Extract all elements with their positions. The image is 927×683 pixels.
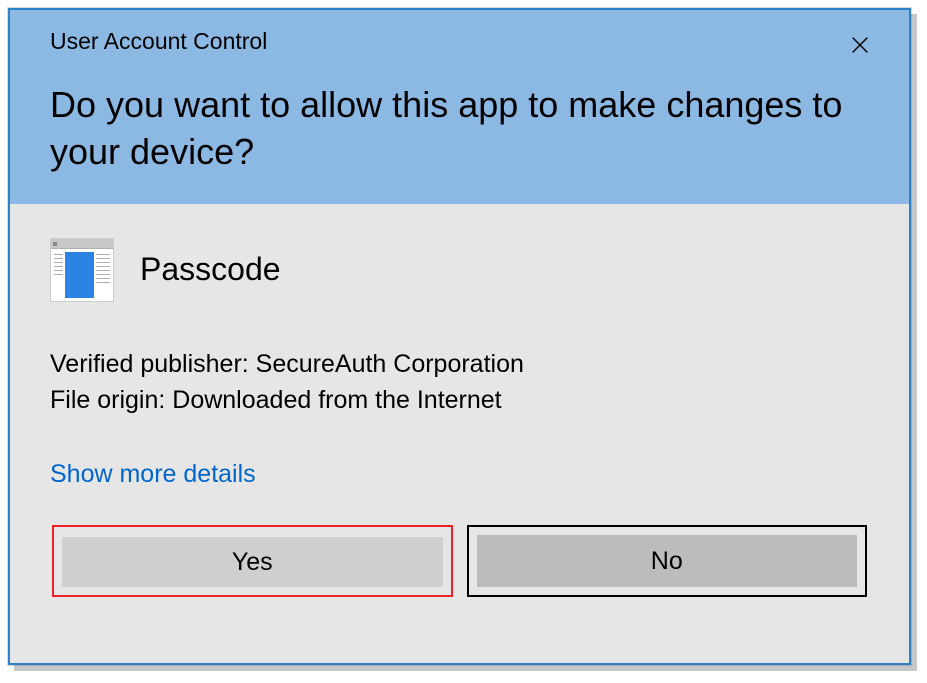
app-name: Passcode (140, 251, 281, 288)
publisher-line: Verified publisher: SecureAuth Corporati… (50, 346, 869, 382)
yes-button-highlight: Yes (52, 525, 453, 597)
dialog-frame: User Account Control Do you want to allo… (8, 8, 911, 665)
window-title: User Account Control (50, 28, 267, 55)
dialog-question: Do you want to allow this app to make ch… (50, 82, 869, 176)
uac-dialog: User Account Control Do you want to allo… (8, 8, 911, 665)
yes-button[interactable]: Yes (62, 535, 443, 587)
close-icon (849, 34, 871, 56)
no-button[interactable]: No (477, 535, 858, 587)
origin-line: File origin: Downloaded from the Interne… (50, 382, 869, 418)
details-block: Verified publisher: SecureAuth Corporati… (50, 346, 869, 419)
close-button[interactable] (845, 30, 875, 60)
app-row: Passcode (50, 238, 869, 302)
title-row: User Account Control (50, 28, 869, 60)
dialog-header: User Account Control Do you want to allo… (10, 10, 909, 204)
app-icon (50, 238, 114, 302)
no-button-frame: No (467, 525, 868, 597)
show-more-link[interactable]: Show more details (50, 460, 256, 489)
button-row: Yes No (50, 525, 869, 597)
dialog-body: Passcode Verified publisher: SecureAuth … (10, 204, 909, 663)
